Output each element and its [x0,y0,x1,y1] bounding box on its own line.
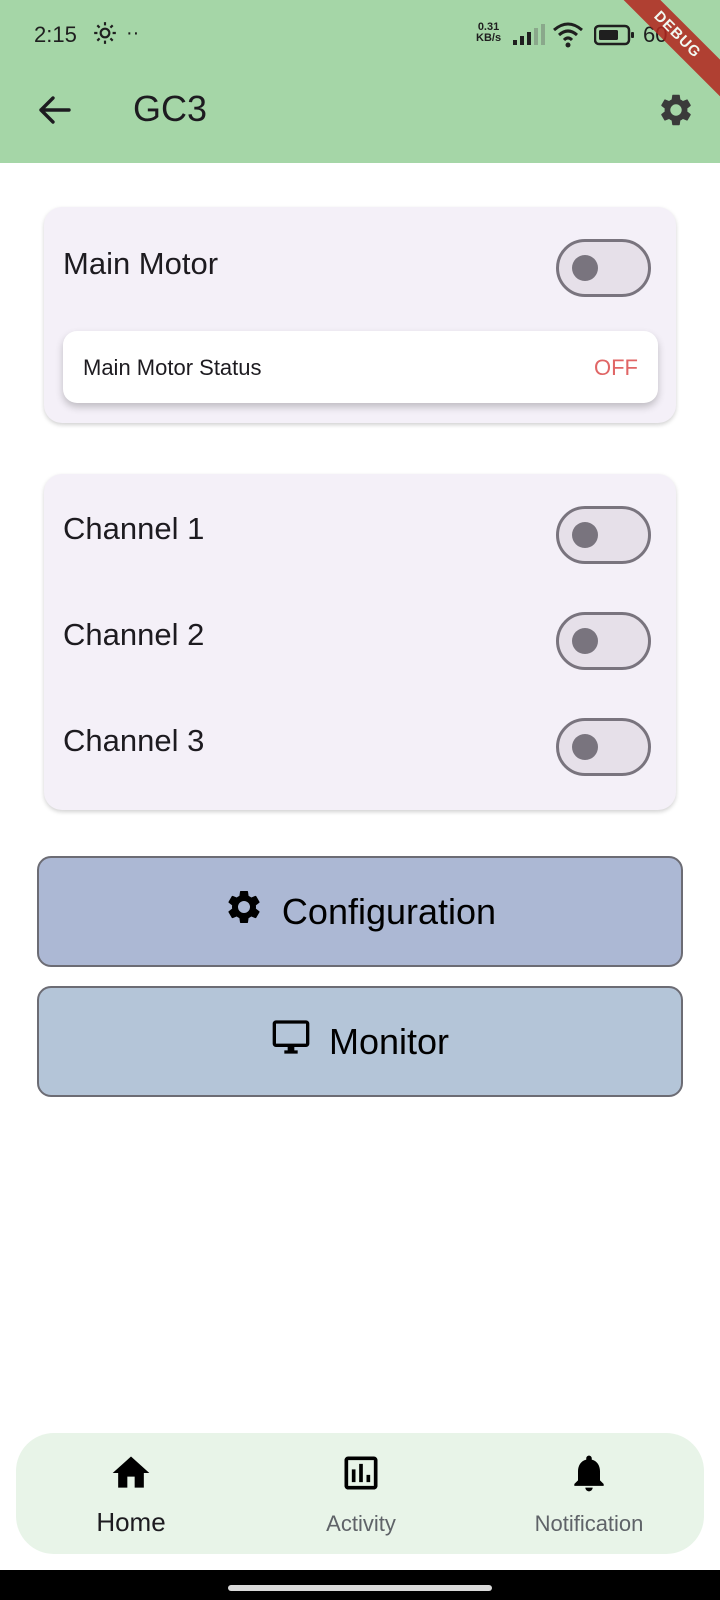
bell-icon [567,1451,611,1495]
switch-knob [572,522,598,548]
channel-3-switch[interactable] [556,718,651,776]
nav-label-notification: Notification [534,1511,644,1536]
configuration-label: Configuration [281,890,497,932]
main-motor-status-tile: Main Motor Status OFF [63,331,658,403]
app-bar: 2:15 ·· 0.31 KB/s 60 DEBUG GC3 [0,0,720,163]
back-button[interactable] [30,88,78,136]
channel-1-label: Channel 1 [63,511,205,546]
home-indicator[interactable] [228,1585,492,1591]
channel-2-switch[interactable] [556,612,651,670]
nav-label-activity: Activity [326,1511,396,1536]
notification-dots: ·· [126,22,140,44]
nav-item-home[interactable]: Home [31,1433,231,1554]
bottom-navigation: Home Activity Notification [16,1433,704,1554]
monitor-button[interactable]: Monitor [37,986,683,1097]
main-motor-label: Main Motor [63,246,219,281]
nav-label-home: Home [96,1507,166,1537]
monitor-icon [271,1017,311,1066]
switch-knob [572,628,598,654]
channel-3-label: Channel 3 [63,723,205,758]
battery-icon [593,24,636,51]
network-speed-unit: KB/s [476,32,502,44]
channels-card: Channel 1 Channel 2 Channel 3 [44,474,676,810]
status-bar: 2:15 ·· 0.31 KB/s 60 [0,0,720,72]
home-icon [109,1451,153,1495]
wifi-icon [552,22,584,53]
channel-1-switch[interactable] [556,506,651,564]
main-motor-status-label: Main Motor Status [83,355,262,380]
nav-item-notification[interactable]: Notification [489,1433,689,1554]
switch-knob [572,255,598,281]
bar-chart-icon [339,1451,383,1495]
settings-button[interactable] [652,88,700,136]
main-motor-switch[interactable] [556,239,651,297]
arrow-left-icon [37,95,71,130]
configuration-button[interactable]: Configuration [37,856,683,967]
settings-status-icon [92,20,118,51]
monitor-label: Monitor [328,1020,450,1062]
main-motor-card: Main Motor Main Motor Status OFF [44,207,676,423]
switch-knob [572,734,598,760]
channel-2-label: Channel 2 [63,617,205,652]
gear-icon [224,887,264,936]
network-speed: 0.31 KB/s [476,22,501,44]
main-motor-status-value: OFF [594,355,638,380]
signal-icon [512,24,546,51]
status-time: 2:15 [34,22,77,47]
gear-icon [657,91,695,134]
nav-item-activity[interactable]: Activity [261,1433,461,1554]
page-title: GC3 [133,88,208,129]
